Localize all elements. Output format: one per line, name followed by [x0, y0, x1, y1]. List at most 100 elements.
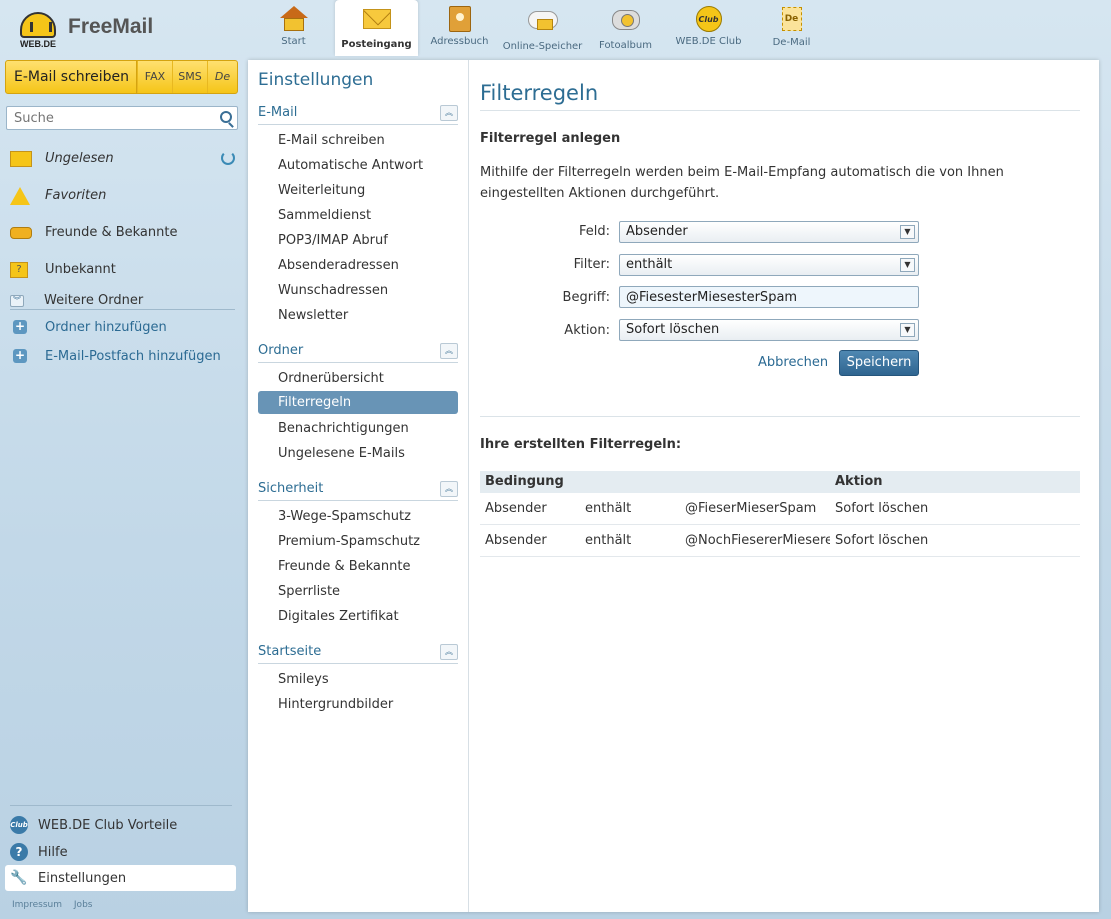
section-title: E-Mail — [258, 105, 298, 120]
section-title: Startseite — [258, 644, 322, 659]
table-row[interactable]: Absender enthält @FieserMieserSpam Sofor… — [480, 493, 1080, 525]
webde-logo[interactable]: WEB.DE — [18, 12, 58, 50]
settings-item-friends[interactable]: Freunde & Bekannte — [258, 555, 458, 578]
action-select[interactable]: Sofort löschen ▼ — [619, 319, 919, 341]
nav-fotoalbum[interactable]: Fotoalbum — [584, 0, 667, 52]
folder-label: Unbekannt — [45, 262, 116, 277]
filter-select[interactable]: enthält ▼ — [619, 254, 919, 276]
compose-email-button[interactable]: E-Mail schreiben — [6, 61, 137, 93]
de-mail-button[interactable]: De — [207, 61, 237, 93]
help-link[interactable]: ? Hilfe — [10, 841, 68, 863]
sms-button[interactable]: SMS — [172, 61, 207, 93]
column-header-action: Aktion — [835, 474, 883, 489]
field-select[interactable]: Absender ▼ — [619, 221, 919, 243]
search-box — [6, 106, 238, 130]
filter-label: Filter: — [573, 257, 610, 272]
nav-posteingang[interactable]: Posteingang — [335, 0, 418, 56]
cell-action: Sofort löschen — [835, 533, 929, 548]
more-folders-toggle[interactable]: ︾ Weitere Ordner — [10, 292, 235, 310]
page-title: Filterregeln — [480, 81, 1080, 111]
chevron-down-icon: ︾ — [10, 294, 24, 307]
cell-field: Absender — [485, 533, 547, 548]
save-button[interactable]: Speichern — [839, 350, 919, 376]
nav-start[interactable]: Start — [252, 0, 335, 52]
footer-links: Impressum Jobs — [12, 900, 101, 910]
collapse-icon[interactable]: ︽ — [440, 644, 458, 660]
friends-icon — [10, 226, 32, 239]
jobs-link[interactable]: Jobs — [74, 900, 93, 910]
folder-list: Ungelesen Favoriten Freunde & Bekannte ?… — [0, 140, 245, 288]
settings-item-filter-rules[interactable]: Filterregeln — [258, 391, 458, 414]
cell-field: Absender — [485, 501, 547, 516]
club-benefits-link[interactable]: Club WEB.DE Club Vorteile — [10, 814, 177, 836]
collapse-icon[interactable]: ︽ — [440, 343, 458, 359]
settings-item-collector[interactable]: Sammeldienst — [258, 204, 458, 227]
cancel-link[interactable]: Abbrechen — [758, 355, 828, 370]
description-text: Mithilfe der Filterregeln werden beim E-… — [480, 165, 1004, 201]
settings-item-pop3-imap[interactable]: POP3/IMAP Abruf — [258, 229, 458, 252]
club-benefits-label: WEB.DE Club Vorteile — [38, 817, 178, 833]
section-startseite-header: Startseite ︽ — [258, 644, 458, 664]
settings-item-newsletter[interactable]: Newsletter — [258, 304, 458, 327]
nav-adressbuch[interactable]: Adressbuch — [418, 0, 501, 52]
nav-webde-club[interactable]: Club WEB.DE Club — [667, 0, 750, 52]
search-input[interactable] — [7, 107, 207, 129]
settings-item-sender-addresses[interactable]: Absenderadressen — [258, 254, 458, 277]
settings-item-premium-spam[interactable]: Premium-Spamschutz — [258, 530, 458, 553]
help-label: Hilfe — [38, 844, 68, 860]
plus-icon: + — [13, 348, 27, 363]
unknown-sender-icon: ? — [10, 261, 28, 278]
nav-de-mail[interactable]: De De-Mail — [750, 0, 833, 52]
settings-item-notifications[interactable]: Benachrichtigungen — [258, 417, 458, 440]
settings-item-forwarding[interactable]: Weiterleitung — [258, 179, 458, 202]
settings-item-unread-emails[interactable]: Ungelesene E-Mails — [258, 442, 458, 465]
settings-title: Einstellungen — [258, 70, 374, 90]
refresh-icon[interactable] — [221, 151, 235, 165]
table-header: Bedingung Aktion — [480, 471, 1080, 493]
folder-freunde[interactable]: Freunde & Bekannte — [0, 214, 245, 251]
collapse-icon[interactable]: ︽ — [440, 481, 458, 497]
collapse-icon[interactable]: ︽ — [440, 105, 458, 121]
settings-item-wish-addresses[interactable]: Wunschadressen — [258, 279, 458, 302]
settings-nav: Einstellungen E-Mail ︽ E-Mail schreiben … — [248, 60, 469, 912]
app-name: FreeMail — [68, 15, 154, 38]
settings-item-blocklist[interactable]: Sperrliste — [258, 580, 458, 603]
cell-action: Sofort löschen — [835, 501, 929, 516]
settings-item-email-schreiben[interactable]: E-Mail schreiben — [258, 129, 458, 152]
term-input[interactable] — [619, 286, 919, 308]
chevron-down-icon: ▼ — [900, 225, 915, 239]
settings-item-certificate[interactable]: Digitales Zertifikat — [258, 605, 458, 628]
fax-button[interactable]: FAX — [137, 61, 172, 93]
nav-label: Online-Speicher — [502, 41, 583, 52]
club-icon: Club — [694, 6, 724, 32]
folder-unbekannt[interactable]: ? Unbekannt — [0, 251, 245, 288]
settings-item-3way-spam[interactable]: 3-Wege-Spamschutz — [258, 505, 458, 528]
settings-item-smileys[interactable]: Smileys — [258, 668, 458, 691]
wrench-icon: 🔧 — [10, 870, 28, 886]
settings-label: Einstellungen — [38, 870, 127, 886]
add-mailbox-label: E-Mail-Postfach hinzufügen — [45, 348, 221, 364]
table-row[interactable]: Absender enthält @NochFiesererMieserer S… — [480, 525, 1080, 557]
photo-album-icon — [611, 10, 641, 36]
settings-item-backgrounds[interactable]: Hintergrundbilder — [258, 693, 458, 716]
add-mailbox-link[interactable]: + E-Mail-Postfach hinzufügen — [13, 347, 221, 365]
club-icon-text: Club — [695, 6, 722, 32]
nav-online-speicher[interactable]: Online-Speicher — [501, 0, 584, 52]
cell-term: @NochFiesererMieserer — [685, 533, 830, 548]
folder-favoriten[interactable]: Favoriten — [0, 177, 245, 214]
add-folder-link[interactable]: + Ordner hinzufügen — [13, 318, 167, 336]
chevron-down-icon: ▼ — [900, 258, 915, 272]
impressum-link[interactable]: Impressum — [12, 900, 62, 910]
de-mail-icon-text: De — [781, 7, 802, 31]
settings-item-folder-overview[interactable]: Ordnerübersicht — [258, 367, 458, 390]
search-icon[interactable] — [220, 111, 232, 123]
section-title: Sicherheit — [258, 481, 324, 496]
folder-ungelesen[interactable]: Ungelesen — [0, 140, 245, 177]
logo-text: WEB.DE — [20, 39, 56, 49]
more-folders-label: Weitere Ordner — [44, 293, 144, 308]
section-email-header: E-Mail ︽ — [258, 105, 458, 125]
envelope-icon — [10, 150, 32, 167]
settings-item-auto-reply[interactable]: Automatische Antwort — [258, 154, 458, 177]
nav-label: WEB.DE Club — [675, 36, 742, 47]
settings-link[interactable]: 🔧 Einstellungen — [5, 865, 236, 891]
